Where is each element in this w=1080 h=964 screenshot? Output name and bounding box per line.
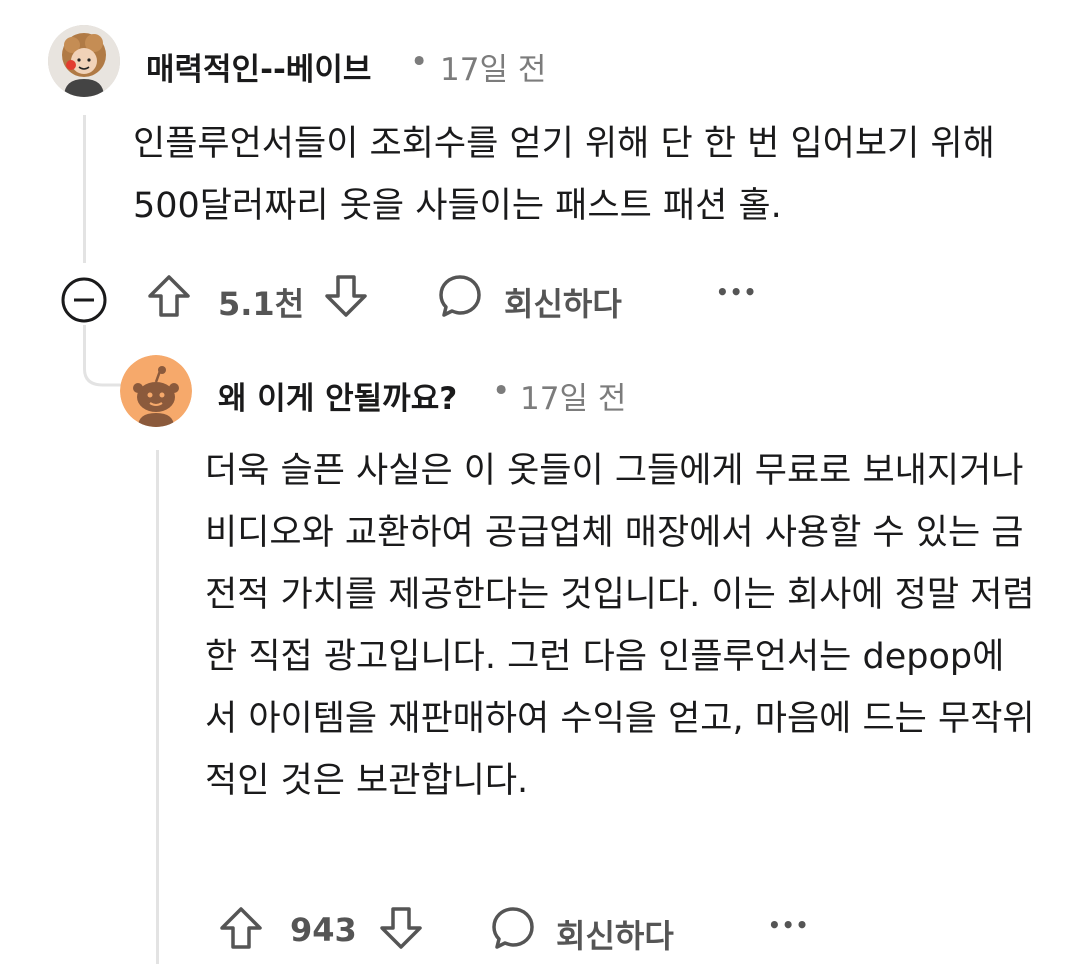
reply-bubble-icon	[439, 275, 481, 317]
snoo-avatar-icon[interactable]	[120, 355, 192, 427]
comment-1-separator: •	[410, 44, 429, 80]
thread-line-reply[interactable]	[156, 450, 159, 964]
upvote-arrow-icon	[148, 275, 190, 317]
comment-1-more-button[interactable]: •••	[716, 280, 757, 304]
thread-line-main[interactable]	[83, 115, 86, 263]
collapse-button[interactable]	[60, 276, 108, 324]
comment-2-separator: •	[492, 373, 511, 409]
comment-2-username[interactable]: 왜 이게 안될까요?	[218, 373, 457, 418]
reply-bubble-icon	[492, 907, 534, 949]
comment-1-vote-count: 5.1천	[218, 285, 305, 323]
comment-1-reply-button[interactable]	[437, 273, 483, 319]
comment-2-reply-button[interactable]	[490, 905, 536, 951]
collapse-minus-icon	[61, 277, 107, 323]
upvote-arrow-icon	[220, 907, 262, 949]
thread-connector	[83, 355, 123, 387]
comment-2-reply-label[interactable]: 회신하다	[556, 911, 674, 957]
downvote-arrow-icon	[380, 907, 422, 949]
user-avatar-icon[interactable]	[48, 25, 120, 97]
comment-1-body: 인플루언서들이 조회수를 얻기 위해 단 한 번 입어보기 위해 500달러짜리…	[133, 124, 995, 226]
comment-1-downvote-button[interactable]	[323, 273, 369, 319]
comment-1-reply-label[interactable]: 회신하다	[504, 279, 622, 325]
comment-1-timestamp: 17일 전	[440, 52, 547, 88]
comment-2-upvote-button[interactable]	[218, 905, 264, 951]
comment-2-vote-count: 943	[290, 911, 357, 949]
comment-1-username[interactable]: 매력적인--베이브	[146, 44, 371, 89]
comment-2-more-button[interactable]: •••	[768, 913, 809, 937]
downvote-arrow-icon	[325, 275, 367, 317]
comment-2-body: 더욱 슬픈 사실은 이 옷들이 그들에게 무료로 보내지거나 비디오와 교환하여…	[205, 451, 1035, 801]
comment-1-upvote-button[interactable]	[146, 273, 192, 319]
comment-2-timestamp: 17일 전	[520, 381, 627, 417]
comment-2-downvote-button[interactable]	[378, 905, 424, 951]
